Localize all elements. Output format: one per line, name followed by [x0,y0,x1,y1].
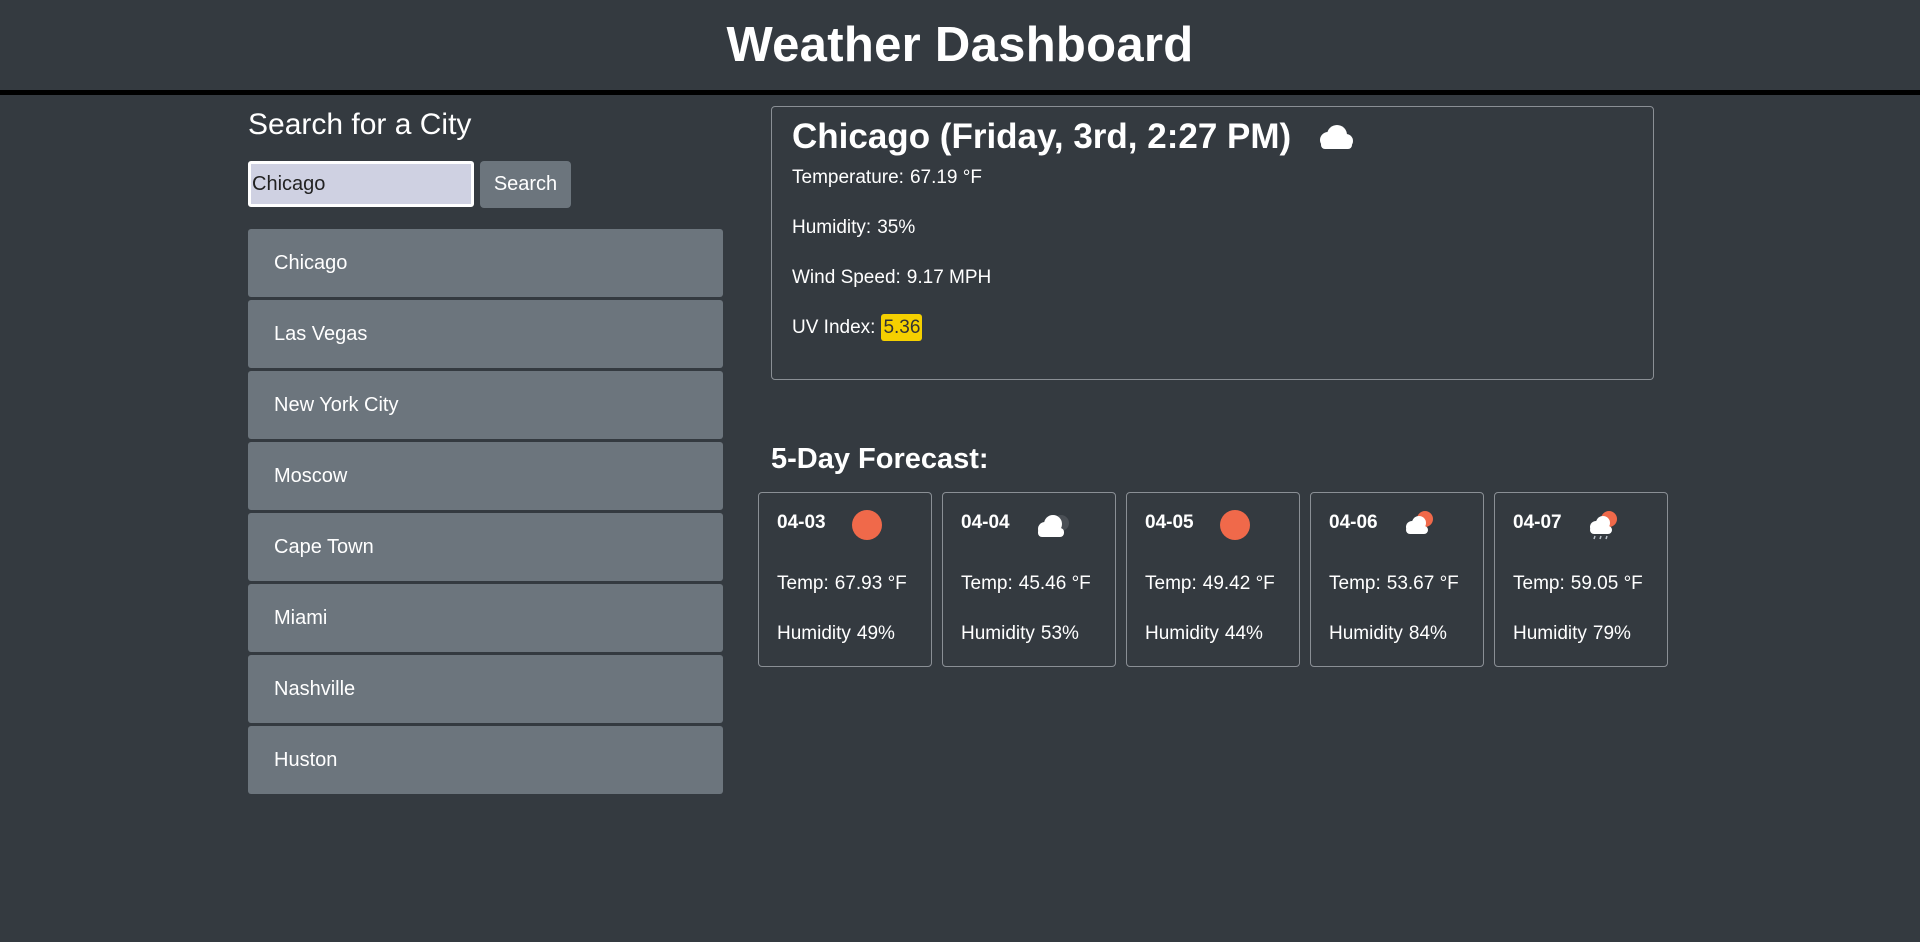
forecast-humidity-value: 53% [1040,623,1079,644]
forecast-humidity-value: 84% [1408,623,1447,644]
forecast-temp-value: 53.67 °F [1386,573,1459,594]
forecast-title: 5-Day Forecast: [771,443,989,475]
current-weather-card: Chicago (Friday, 3rd, 2:27 PM) Temperatu… [771,106,1654,380]
wind-speed-line: Wind Speed: 9.17 MPH [792,267,991,289]
humidity-value: 35% [877,217,916,238]
forecast-card: 04-03 Temp: 67.93 °F Humidity 49% [758,492,932,667]
forecast-humidity: Humidity 84% [1329,623,1447,645]
forecast-temp: Temp: 67.93 °F [777,573,907,595]
humidity-line: Humidity: 35% [792,217,915,239]
forecast-temp-value: 45.46 °F [1018,573,1091,594]
forecast-humidity: Humidity 53% [961,623,1079,645]
forecast-card: 04-07 Temp: 59.05 °F Humidity 79% [1494,492,1668,667]
app-header: Weather Dashboard [0,0,1920,95]
current-weather-heading: Chicago (Friday, 3rd, 2:27 PM) [792,117,1355,157]
history-item-miami[interactable]: Miami [248,584,723,652]
history-item-cape-town[interactable]: Cape Town [248,513,723,581]
history-item-las-vegas[interactable]: Las Vegas [248,300,723,368]
forecast-humidity: Humidity 49% [777,623,895,645]
forecast-humidity-label: Humidity [1513,623,1587,644]
temperature-label: Temperature: [792,167,904,188]
forecast-date: 04-03 [777,512,826,533]
forecast-temp-value: 49.42 °F [1202,573,1275,594]
forecast-temp: Temp: 45.46 °F [961,573,1091,595]
search-button[interactable]: Search [480,161,571,208]
page-title: Weather Dashboard [726,18,1194,72]
forecast-humidity-label: Humidity [1329,623,1403,644]
partly-cloudy-icon [1406,511,1433,534]
uv-index-label: UV Index: [792,317,876,338]
forecast-humidity: Humidity 44% [1145,623,1263,645]
forecast-temp-label: Temp: [1329,573,1381,594]
history-item-new-york-city[interactable]: New York City [248,371,723,439]
forecast-temp-value: 59.05 °F [1570,573,1643,594]
forecast-date: 04-06 [1329,512,1378,533]
search-title: Search for a City [248,108,472,141]
forecast-date: 04-07 [1513,512,1562,533]
forecast-humidity-label: Humidity [777,623,851,644]
search-history-list: Chicago Las Vegas New York City Moscow C… [248,229,723,797]
uv-index-badge: 5.36 [881,314,923,341]
sun-icon [1220,510,1250,540]
forecast-temp-label: Temp: [777,573,829,594]
temperature-line: Temperature: 67.19 °F [792,167,982,189]
history-item-nashville[interactable]: Nashville [248,655,723,723]
city-search-input[interactable] [248,161,474,207]
forecast-humidity-label: Humidity [1145,623,1219,644]
history-item-huston[interactable]: Huston [248,726,723,794]
forecast-humidity: Humidity 79% [1513,623,1631,645]
forecast-date: 04-05 [1145,512,1194,533]
forecast-temp-label: Temp: [1145,573,1197,594]
forecast-temp-label: Temp: [1513,573,1565,594]
sun-icon [852,510,882,540]
temperature-value: 67.19 °F [909,167,982,188]
forecast-card: 04-06 Temp: 53.67 °F Humidity 84% [1310,492,1484,667]
forecast-temp: Temp: 53.67 °F [1329,573,1459,595]
forecast-card: 04-05 Temp: 49.42 °F Humidity 44% [1126,492,1300,667]
cloud-icon [1320,125,1354,149]
forecast-humidity-value: 44% [1224,623,1263,644]
history-item-chicago[interactable]: Chicago [248,229,723,297]
cloud-icon [1038,515,1069,537]
forecast-temp: Temp: 59.05 °F [1513,573,1643,595]
rain-sun-icon [1590,511,1617,540]
wind-speed-value: 9.17 MPH [906,267,992,288]
forecast-date: 04-04 [961,512,1010,533]
forecast-temp-label: Temp: [961,573,1013,594]
wind-speed-label: Wind Speed: [792,267,901,288]
forecast-humidity-value: 49% [856,623,895,644]
uv-index-line: UV Index: 5.36 [792,314,923,341]
forecast-temp: Temp: 49.42 °F [1145,573,1275,595]
forecast-card: 04-04 Temp: 45.46 °F Humidity 53% [942,492,1116,667]
forecast-humidity-value: 79% [1592,623,1631,644]
forecast-humidity-label: Humidity [961,623,1035,644]
forecast-temp-value: 67.93 °F [834,573,907,594]
history-item-moscow[interactable]: Moscow [248,442,723,510]
current-city-date: Chicago (Friday, 3rd, 2:27 PM) [792,117,1292,156]
humidity-label: Humidity: [792,217,872,238]
